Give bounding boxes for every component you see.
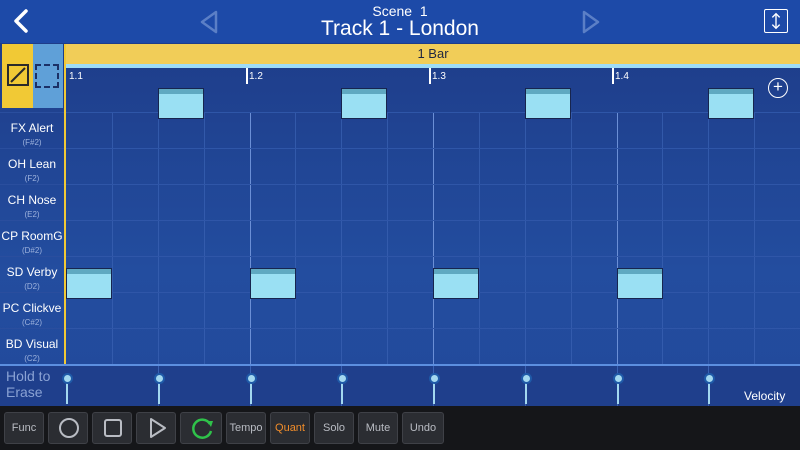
velocity-handle[interactable] [704, 373, 715, 384]
row-gridline [66, 148, 800, 149]
step-gridline [295, 112, 296, 364]
step-gridline [341, 112, 342, 364]
pencil-tool-button[interactable] [2, 44, 33, 108]
bar-length-strip[interactable]: 1 Bar [66, 44, 800, 64]
track-note: (D2) [24, 282, 40, 291]
previous-track-icon[interactable] [198, 10, 220, 34]
track-note: (F2) [24, 174, 40, 183]
step-gridline [708, 112, 709, 364]
track-label[interactable]: OH Lean (F2) [0, 148, 64, 183]
velocity-handle[interactable] [429, 373, 440, 384]
track-name: FX Alert [10, 121, 54, 135]
track-label[interactable]: PC Clickve (C#2) [0, 292, 64, 327]
note-block[interactable] [708, 88, 754, 119]
ruler-beat-label: 1.1 [69, 71, 83, 82]
solo-button[interactable]: Solo [314, 412, 354, 444]
track-name: OH Lean [7, 157, 57, 171]
velocity-handle[interactable] [613, 373, 624, 384]
step-gridline [158, 112, 159, 364]
velocity-label: Velocity [744, 389, 786, 403]
undo-button[interactable]: Undo [402, 412, 444, 444]
track-note: (C#2) [21, 318, 42, 327]
ruler-beat-label: 1.2 [249, 71, 263, 82]
mute-button[interactable]: Mute [358, 412, 398, 444]
back-icon[interactable] [8, 6, 36, 36]
step-gridline [525, 112, 526, 364]
beat-gridline [433, 112, 434, 364]
note-block[interactable] [433, 268, 479, 299]
track-note: (F#2) [22, 138, 42, 147]
track-label[interactable]: BD Visual (C2) [0, 328, 64, 363]
beat-gridline [617, 112, 618, 364]
track-name: PC Clickve [2, 301, 62, 315]
func-button[interactable]: Func [4, 412, 44, 444]
row-gridline [66, 220, 800, 221]
track-label[interactable]: SD Verby (D2) [0, 256, 64, 291]
track-label[interactable]: CP RoomG (D#2) [0, 220, 64, 255]
row-gridline [66, 256, 800, 257]
velocity-lane[interactable] [0, 364, 800, 406]
velocity-handle[interactable] [337, 373, 348, 384]
stop-icon [104, 419, 122, 437]
stop-button[interactable] [92, 412, 132, 444]
page-title: Track 1 - London [321, 17, 479, 40]
track-note: (D#2) [21, 246, 42, 255]
note-block[interactable] [617, 268, 663, 299]
step-gridline [754, 112, 755, 364]
row-gridline [66, 328, 800, 329]
expand-vertical-icon[interactable] [764, 9, 788, 33]
header: Scene 1 Track 1 - London [0, 0, 800, 43]
ruler-beat-marker [246, 68, 248, 84]
marquee-select-icon[interactable] [35, 64, 59, 88]
step-grid[interactable] [66, 88, 800, 365]
track-label[interactable]: FX Alert (F#2) [0, 112, 64, 147]
track-name: BD Visual [5, 337, 59, 351]
step-gridline [387, 112, 388, 364]
hold-to-erase-label: Hold to Erase [6, 368, 51, 400]
velocity-handle[interactable] [521, 373, 532, 384]
play-icon [150, 418, 166, 438]
note-block[interactable] [66, 268, 112, 299]
quant-button[interactable]: Quant [270, 412, 310, 444]
step-gridline [662, 112, 663, 364]
ruler-beat-label: 1.3 [432, 71, 446, 82]
beat-gridline [250, 112, 251, 364]
step-gridline [204, 112, 205, 364]
track-label[interactable]: CH Nose (E2) [0, 184, 64, 219]
record-icon [59, 418, 79, 438]
track-name: SD Verby [6, 265, 58, 279]
track-name: CP RoomG [1, 229, 63, 243]
note-block[interactable] [525, 88, 571, 119]
record-button[interactable] [48, 412, 88, 444]
velocity-handle[interactable] [154, 373, 165, 384]
note-block[interactable] [158, 88, 204, 119]
step-gridline [479, 112, 480, 364]
ruler-beat-marker [429, 68, 431, 84]
velocity-handle[interactable] [246, 373, 257, 384]
note-block[interactable] [341, 88, 387, 119]
loop-icon [192, 418, 213, 439]
ruler-beat-label: 1.4 [615, 71, 629, 82]
add-icon[interactable]: + [768, 78, 788, 98]
next-track-icon[interactable] [580, 10, 602, 34]
pencil-icon [7, 64, 29, 86]
tempo-button[interactable]: Tempo [226, 412, 266, 444]
step-gridline [571, 112, 572, 364]
velocity-handle[interactable] [62, 373, 73, 384]
track-note: (C2) [24, 354, 40, 363]
play-button[interactable] [136, 412, 176, 444]
edit-tool-selector [2, 44, 63, 108]
row-gridline [66, 184, 800, 185]
track-note: (E2) [24, 210, 40, 219]
note-block[interactable] [250, 268, 296, 299]
step-gridline [112, 112, 113, 364]
track-name: CH Nose [7, 193, 57, 207]
app-window: Scene 1 Track 1 - London 1 Bar 1.1 1.2 1.3… [0, 0, 800, 450]
loop-button[interactable] [180, 412, 222, 444]
ruler-beat-marker [612, 68, 614, 84]
